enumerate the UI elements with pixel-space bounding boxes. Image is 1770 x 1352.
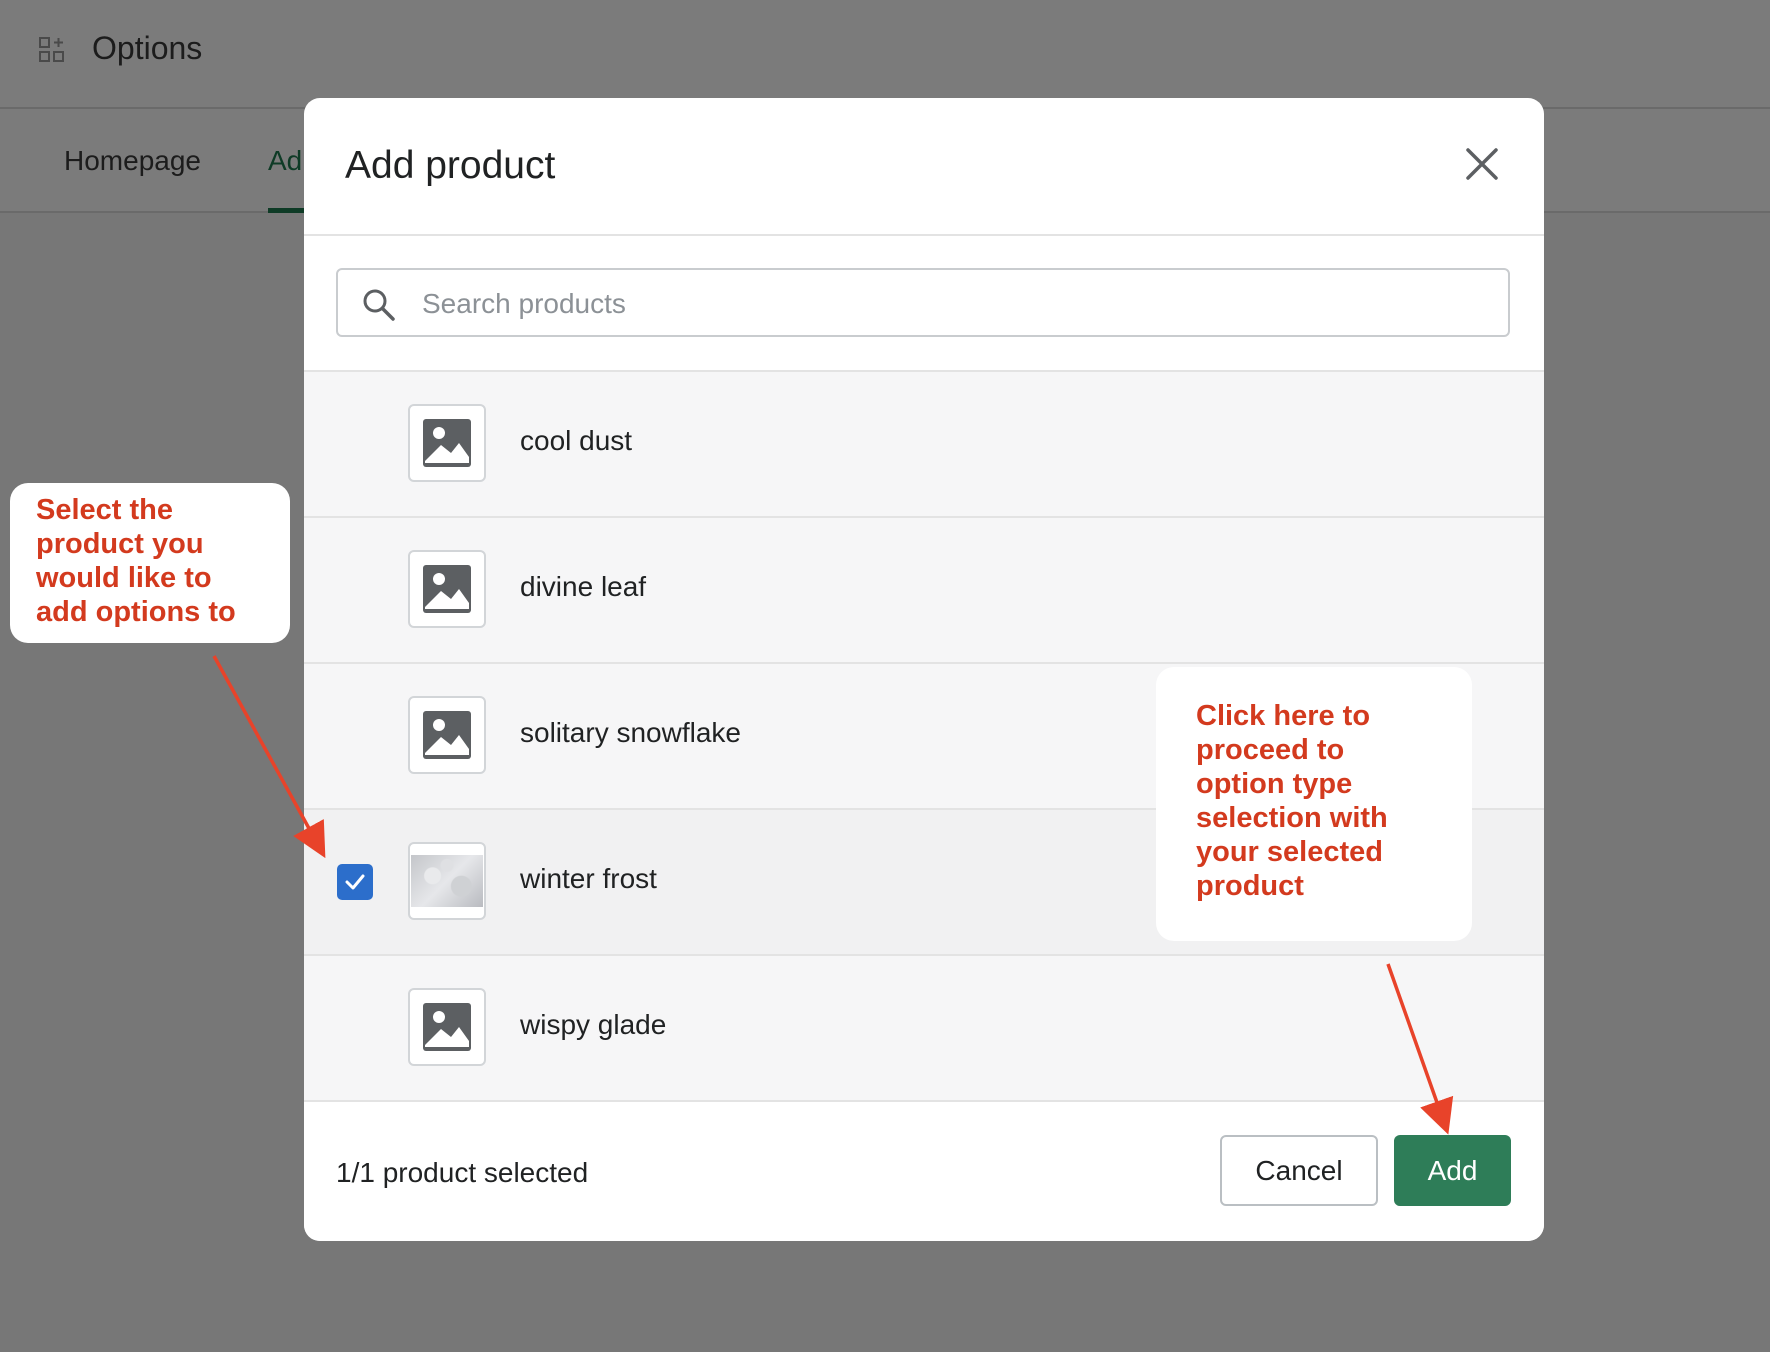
image-placeholder-icon [423,711,471,759]
search-area [304,236,1544,372]
product-thumbnail [408,842,486,920]
checkmark-icon [345,874,365,890]
add-hint-callout: Click here to proceed to option type sel… [1156,667,1472,941]
selection-status: 1/1 product selected [336,1157,589,1188]
product-thumbnail [408,696,486,774]
app-header: Options [0,0,1770,109]
search-icon [363,289,395,321]
app-title: Options [92,30,203,66]
product-thumbnail [408,404,486,482]
product-name: wispy glade [520,1009,667,1040]
product-thumbnail [408,988,486,1066]
product-name: cool dust [520,425,633,456]
select-hint-callout: Select the product you would like to add… [10,483,290,643]
modal-footer: 1/1 product selected Cancel Add [304,1103,1544,1241]
tab-homepage[interactable]: Homepage [64,145,201,177]
product-row[interactable]: wispy glade [304,956,1544,1102]
cancel-button[interactable]: Cancel [1220,1135,1378,1206]
close-icon[interactable] [1460,142,1504,186]
product-row[interactable]: divine leaf [304,518,1544,664]
modal-title: Add product [345,144,556,187]
image-placeholder-icon [423,419,471,467]
search-box[interactable] [336,268,1510,337]
product-name: winter frost [520,863,657,894]
product-checkbox[interactable] [337,864,373,900]
image-placeholder-icon [423,1003,471,1051]
modal-header: Add product [304,98,1544,236]
product-name: divine leaf [520,571,647,602]
product-photo [411,855,483,907]
product-row[interactable]: cool dust [304,372,1544,518]
search-input[interactable] [420,270,1494,337]
active-tab-indicator [268,208,304,213]
product-name: solitary snowflake [520,717,741,748]
image-placeholder-icon [423,565,471,613]
product-thumbnail [408,550,486,628]
tab-add[interactable]: Ad [268,145,302,177]
add-button[interactable]: Add [1394,1135,1511,1206]
apps-add-icon [39,37,64,62]
